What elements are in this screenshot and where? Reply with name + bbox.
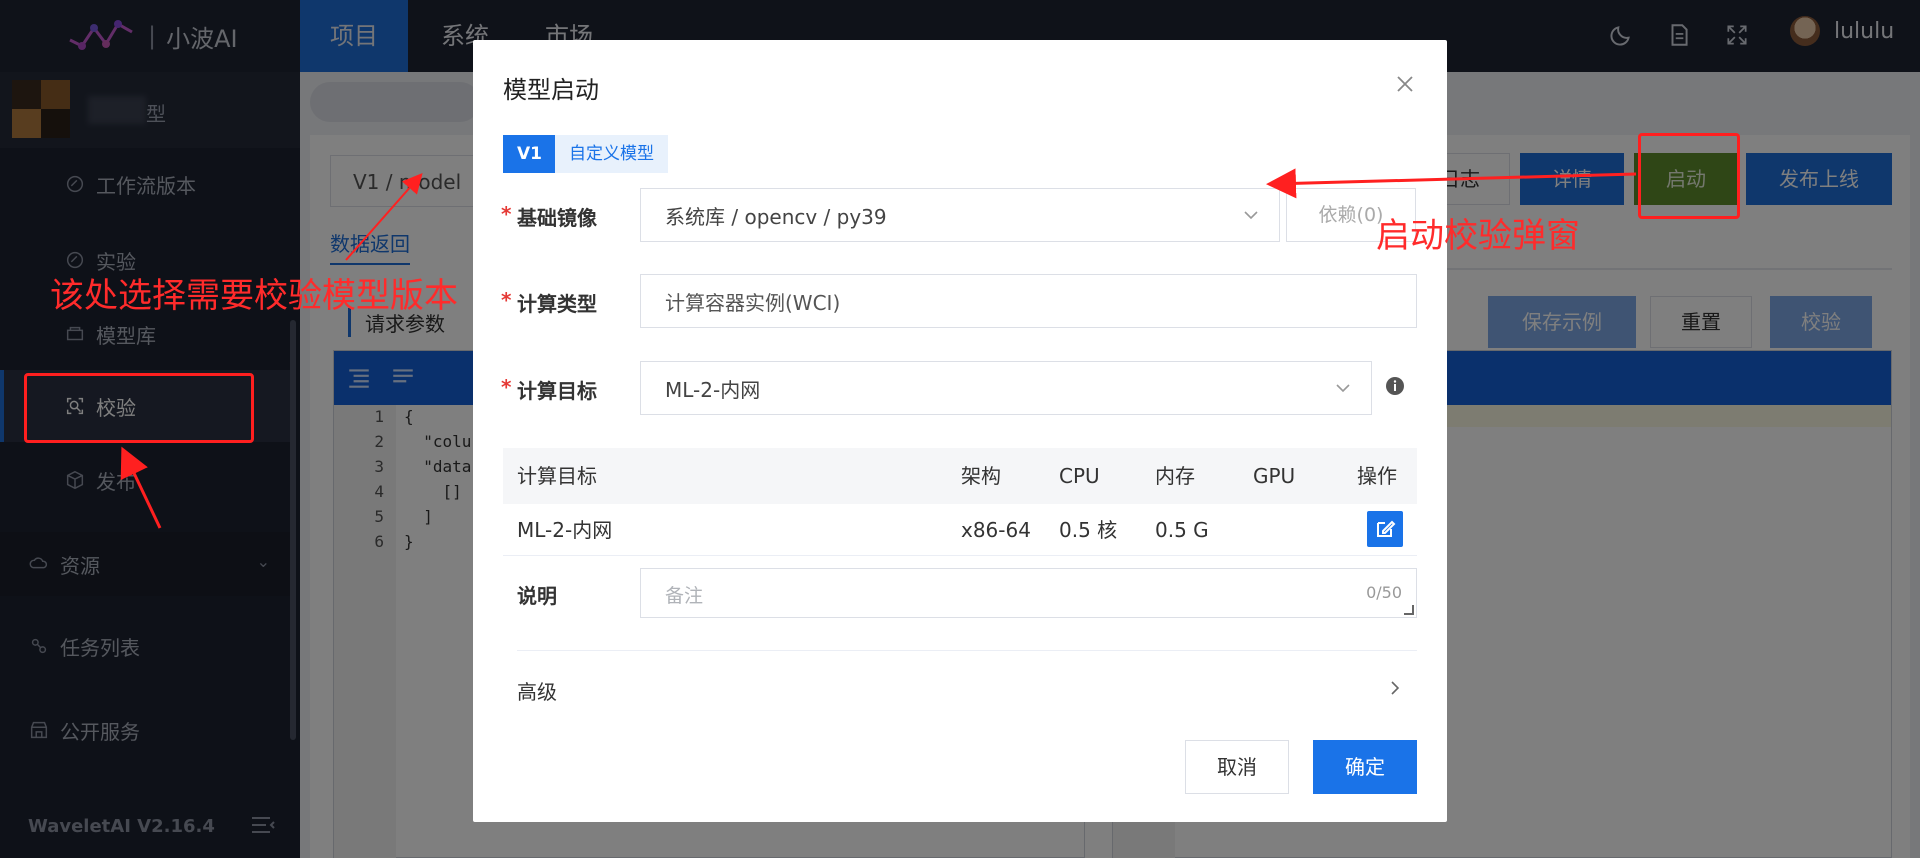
edit-button[interactable] [1367, 511, 1403, 547]
base-image-select[interactable]: 系统库 / opencv / py39 [640, 188, 1280, 242]
chevron-down-icon [1244, 211, 1258, 220]
resize-handle-icon[interactable] [1404, 605, 1414, 615]
divider [517, 650, 1417, 651]
chevron-right-icon[interactable] [1385, 676, 1405, 700]
required-mark: * [501, 375, 512, 399]
cancel-button[interactable]: 取消 [1185, 740, 1289, 794]
compute-target-select[interactable]: ML-2-内网 [640, 361, 1372, 415]
edit-icon [1377, 520, 1396, 537]
close-icon[interactable] [1393, 72, 1417, 96]
table-cell: 0.5 核 [1059, 518, 1118, 542]
column-header: CPU [1059, 464, 1100, 488]
version-tag-custom[interactable]: 自定义模型 [555, 135, 668, 173]
column-header: 操作 [1357, 464, 1397, 488]
dialog-title: 模型启动 [503, 76, 599, 104]
annotation-right-note: 启动校验弹窗 [1376, 216, 1580, 256]
column-header: 内存 [1155, 464, 1195, 488]
table-cell: ML-2-内网 [517, 518, 613, 542]
remark-placeholder: 备注 [665, 585, 704, 607]
compute-type-label: * 计算类型 [501, 288, 597, 316]
remark-textarea[interactable]: 备注 0/50 [640, 568, 1417, 618]
required-mark: * [501, 202, 512, 226]
version-tag-v1[interactable]: V1 [503, 135, 556, 173]
compute-target-label: * 计算目标 [501, 375, 597, 403]
table-cell: 0.5 G [1155, 518, 1209, 542]
remark-label: 说明 [517, 584, 557, 608]
info-icon[interactable] [1385, 376, 1405, 396]
annotation-left-note: 该处选择需要校验模型版本 [50, 276, 458, 316]
char-counter: 0/50 [1366, 583, 1402, 602]
table-row: ML-2-内网 x86-64 0.5 核 0.5 G [503, 504, 1417, 556]
column-header: 计算目标 [517, 464, 597, 488]
advanced-section-toggle[interactable]: 高级 [517, 676, 557, 705]
annotation-box-launch [1638, 133, 1740, 219]
base-image-label: * 基础镜像 [501, 202, 597, 230]
confirm-button[interactable]: 确定 [1313, 740, 1417, 794]
column-header: 架构 [961, 464, 1001, 488]
annotation-box-verify [24, 373, 254, 443]
chevron-down-icon [1336, 384, 1350, 393]
compute-type-field[interactable]: 计算容器实例(WCI) [640, 274, 1417, 328]
model-launch-dialog: 模型启动 V1 自定义模型 * 基础镜像 系统库 / opencv / py39 … [473, 40, 1447, 822]
column-header: GPU [1253, 464, 1296, 488]
compute-target-table-header: 计算目标 架构 CPU 内存 GPU 操作 [503, 448, 1417, 504]
table-cell: x86-64 [961, 518, 1031, 542]
required-mark: * [501, 288, 512, 312]
